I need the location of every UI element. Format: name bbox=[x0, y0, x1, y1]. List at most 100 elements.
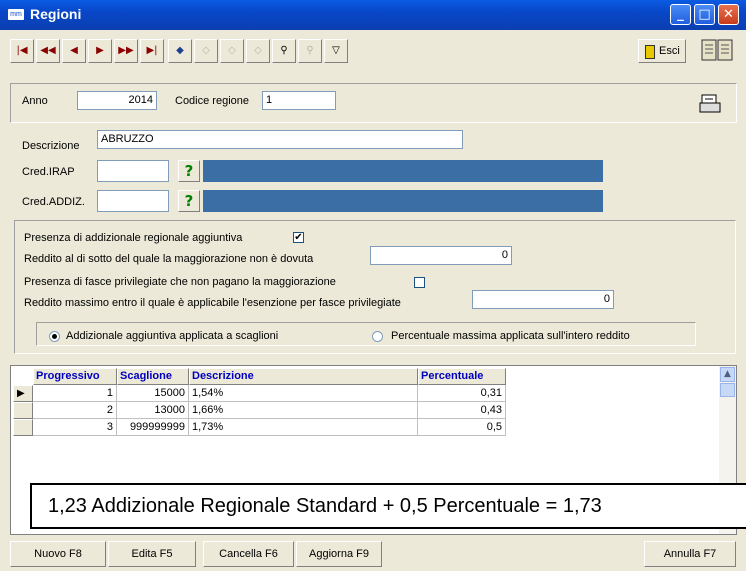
table-cell-scaglione[interactable]: 13000 bbox=[117, 402, 189, 419]
cred-addiz-lookup-button[interactable]: ? bbox=[178, 190, 200, 212]
minimize-button[interactable]: _ bbox=[670, 4, 691, 25]
fast-rewind-icon: ◀◀ bbox=[40, 45, 56, 56]
presenza-fasce-checkbox[interactable] bbox=[414, 277, 425, 288]
anno-label: Anno bbox=[22, 95, 48, 107]
fast-forward-button[interactable]: ▶▶ bbox=[114, 39, 138, 63]
last-record-button[interactable]: ▶| bbox=[140, 39, 164, 63]
anno-field[interactable]: 2014 bbox=[77, 91, 157, 110]
search-button[interactable]: ⚲ bbox=[272, 39, 296, 63]
fast-forward-icon: ▶▶ bbox=[118, 45, 134, 56]
close-icon: ✕ bbox=[723, 7, 734, 22]
table-cell-progressivo[interactable]: 2 bbox=[33, 402, 117, 419]
table-cell-scaglione[interactable]: 15000 bbox=[117, 385, 189, 402]
cred-irap-field[interactable] bbox=[97, 160, 169, 182]
save-diamond-icon: ◇ bbox=[254, 45, 262, 56]
window-title: Regioni bbox=[30, 6, 82, 22]
first-record-button[interactable]: |◀ bbox=[10, 39, 34, 63]
presenza-fasce-label: Presenza di fasce privilegiate che non p… bbox=[24, 276, 336, 288]
fast-rewind-button[interactable]: ◀◀ bbox=[36, 39, 60, 63]
column-header-progressivo[interactable]: Progressivo bbox=[33, 368, 117, 385]
cred-addiz-field[interactable] bbox=[97, 190, 169, 212]
table-cell-descrizione[interactable]: 1,73% bbox=[189, 419, 418, 436]
prev-record-icon: ◀ bbox=[70, 45, 78, 56]
edita-button[interactable]: Edita F5 bbox=[108, 541, 196, 567]
edit-record-button[interactable]: ◇ bbox=[194, 39, 218, 63]
column-header-descrizione[interactable]: Descrizione bbox=[189, 368, 418, 385]
codice-regione-field[interactable]: 1 bbox=[262, 91, 336, 110]
search-next-icon: ⚲ bbox=[306, 45, 314, 56]
descrizione-field[interactable]: ABRUZZO bbox=[97, 130, 463, 149]
cred-addiz-label: Cred.ADDIZ. bbox=[22, 196, 85, 208]
search-icon: ⚲ bbox=[280, 45, 288, 56]
column-header-scaglione[interactable]: Scaglione bbox=[117, 368, 189, 385]
bottom-button-bar: Nuovo F8 Edita F5 Cancella F6 Aggiorna F… bbox=[0, 541, 746, 571]
row-indicator-current[interactable]: ▶ bbox=[13, 385, 33, 402]
table-cell-percentuale[interactable]: 0,5 bbox=[418, 419, 506, 436]
row-indicator[interactable] bbox=[13, 419, 33, 436]
presenza-addizionale-checkbox[interactable]: ✔ bbox=[293, 232, 304, 243]
table-cell-progressivo[interactable]: 3 bbox=[33, 419, 117, 436]
maximize-icon: □ bbox=[698, 7, 711, 22]
filter-button[interactable]: ▽ bbox=[324, 39, 348, 63]
minimize-icon: _ bbox=[677, 7, 684, 22]
delete-record-button[interactable]: ◇ bbox=[220, 39, 244, 63]
check-icon: ✔ bbox=[294, 232, 303, 243]
next-record-icon: ▶ bbox=[96, 45, 104, 56]
add-diamond-icon: ◆ bbox=[176, 45, 184, 56]
table-cell-descrizione[interactable]: 1,54% bbox=[189, 385, 418, 402]
radio-percentuale[interactable] bbox=[372, 331, 383, 342]
presenza-addizionale-label: Presenza di addizionale regionale aggiun… bbox=[24, 232, 243, 244]
aggiorna-button[interactable]: Aggiorna F9 bbox=[296, 541, 382, 567]
column-header-percentuale[interactable]: Percentuale bbox=[418, 368, 506, 385]
door-icon bbox=[645, 45, 655, 59]
cred-irap-label: Cred.IRAP bbox=[22, 166, 75, 178]
reddito-sotto-label: Reddito al di sotto del quale la maggior… bbox=[24, 253, 314, 265]
question-icon: ? bbox=[184, 162, 194, 180]
table-cell-percentuale[interactable]: 0,43 bbox=[418, 402, 506, 419]
next-record-button[interactable]: ▶ bbox=[88, 39, 112, 63]
formula-text: 1,23 Addizionale Regionale Standard + 0,… bbox=[48, 495, 602, 517]
last-record-icon: ▶| bbox=[146, 45, 158, 56]
search-next-button[interactable]: ⚲ bbox=[298, 39, 322, 63]
codice-regione-label: Codice regione bbox=[175, 95, 249, 107]
maximize-button[interactable]: □ bbox=[694, 4, 715, 25]
nuovo-button[interactable]: Nuovo F8 bbox=[10, 541, 106, 567]
close-button[interactable]: ✕ bbox=[718, 4, 739, 25]
new-record-button[interactable]: ◆ bbox=[168, 39, 192, 63]
toolbar: |◀ ◀◀ ◀ ▶ ▶▶ ▶| ◆ ◇ ◇ ◇ ⚲ ⚲ ▽ Esci bbox=[10, 36, 735, 68]
reddito-sotto-field[interactable]: 0 bbox=[370, 246, 512, 265]
save-record-button[interactable]: ◇ bbox=[246, 39, 270, 63]
cred-irap-description bbox=[203, 160, 603, 182]
book-icon[interactable] bbox=[700, 36, 734, 64]
table-cell-scaglione[interactable]: 999999999 bbox=[117, 419, 189, 436]
table-cell-descrizione[interactable]: 1,66% bbox=[189, 402, 418, 419]
descrizione-label: Descrizione bbox=[22, 140, 80, 152]
row-indicator[interactable] bbox=[13, 402, 33, 419]
cred-irap-lookup-button[interactable]: ? bbox=[178, 160, 200, 182]
radio-scaglioni[interactable] bbox=[49, 331, 60, 342]
edit-diamond-icon: ◇ bbox=[202, 45, 210, 56]
table-cell-percentuale[interactable]: 0,31 bbox=[418, 385, 506, 402]
cancella-button[interactable]: Cancella F6 bbox=[203, 541, 294, 567]
reddito-massimo-field[interactable]: 0 bbox=[472, 290, 614, 309]
delete-diamond-icon: ◇ bbox=[228, 45, 236, 56]
formula-annotation: 1,23 Addizionale Regionale Standard + 0,… bbox=[30, 483, 746, 529]
prev-record-button[interactable]: ◀ bbox=[62, 39, 86, 63]
filter-icon: ▽ bbox=[332, 45, 340, 56]
app-icon: mm bbox=[8, 9, 24, 20]
cred-addiz-description bbox=[203, 190, 603, 212]
reddito-massimo-label: Reddito massimo entro il quale è applica… bbox=[24, 297, 401, 309]
current-row-icon: ▶ bbox=[17, 388, 25, 399]
radio-percentuale-label: Percentuale massima applicata sull'inter… bbox=[391, 330, 630, 342]
radio-scaglioni-label: Addizionale aggiuntiva applicata a scagl… bbox=[66, 330, 279, 342]
esci-button[interactable]: Esci bbox=[638, 39, 686, 63]
chevron-up-icon: ▲ bbox=[724, 369, 731, 379]
table-cell-progressivo[interactable]: 1 bbox=[33, 385, 117, 402]
scroll-up-button[interactable]: ▲ bbox=[720, 367, 735, 382]
first-record-icon: |◀ bbox=[16, 45, 28, 56]
title-bar: mm Regioni _ □ ✕ bbox=[0, 0, 746, 30]
print-icon[interactable] bbox=[698, 93, 722, 115]
scroll-thumb[interactable] bbox=[720, 383, 735, 397]
annulla-button[interactable]: Annulla F7 bbox=[644, 541, 736, 567]
question-icon: ? bbox=[184, 192, 194, 210]
